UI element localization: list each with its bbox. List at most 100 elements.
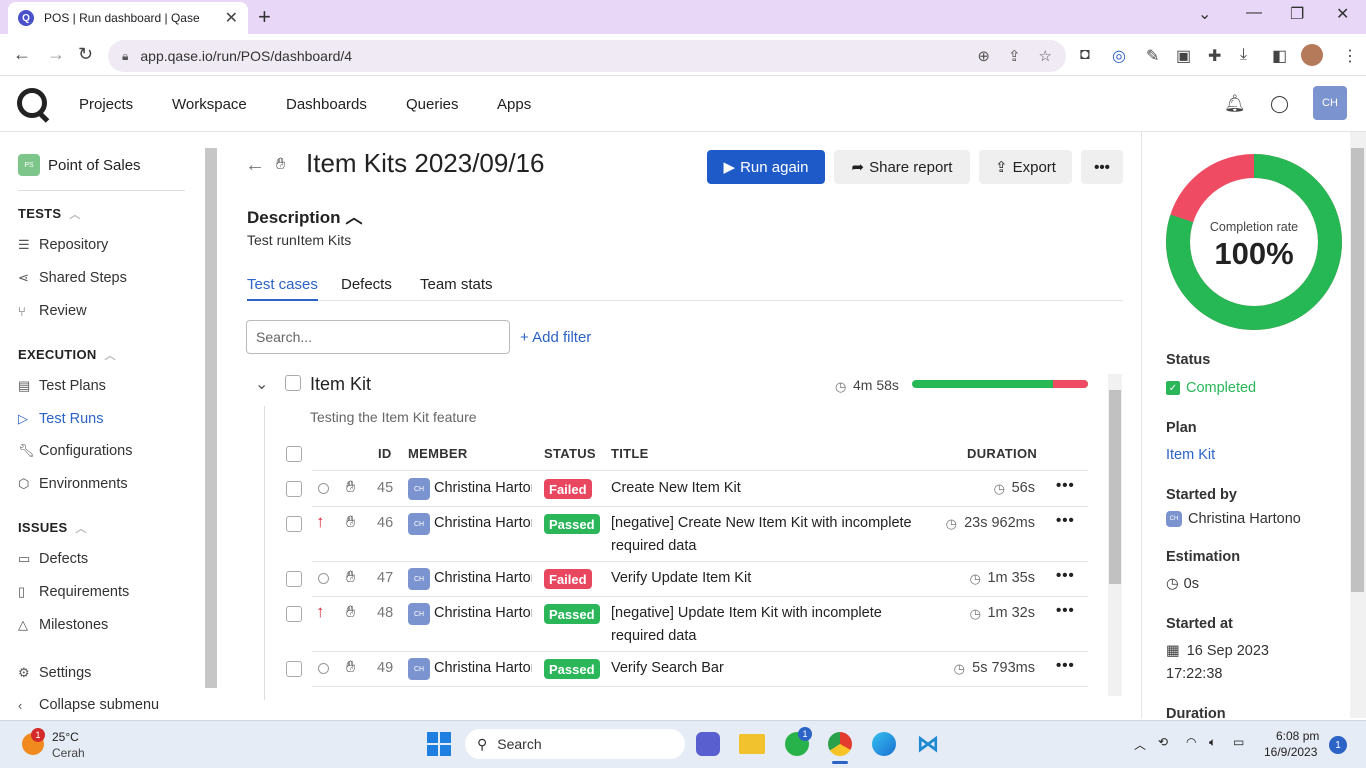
notification-badge[interactable]: 1	[1329, 736, 1347, 754]
weather-temp[interactable]: 25°C	[52, 730, 79, 744]
add-filter-button[interactable]: + Add filter	[520, 329, 591, 346]
row-checkbox[interactable]	[286, 571, 302, 587]
extension-circle-icon[interactable]: ◎	[1112, 46, 1126, 66]
status-badge[interactable]: Passed	[544, 659, 600, 679]
extensions-puzzle-icon[interactable]: ✚	[1208, 46, 1221, 66]
camera-extension-icon[interactable]: ◘	[1080, 46, 1090, 64]
close-window-icon[interactable]: ✕	[1336, 4, 1349, 24]
tab-test-cases[interactable]: Test cases	[247, 276, 318, 301]
reload-icon[interactable]: ↻	[78, 44, 93, 65]
nav-queries[interactable]: Queries	[406, 96, 459, 113]
share-report-button[interactable]: ➦ Share report	[834, 150, 970, 184]
side-panel-icon[interactable]: ◧	[1272, 46, 1287, 66]
download-icon[interactable]: ⤓	[1240, 46, 1247, 64]
suite-collapse-chevron-icon[interactable]: ⌄	[255, 374, 268, 394]
sidebar-item-repository[interactable]: ☰ Repository	[18, 237, 108, 253]
nav-workspace[interactable]: Workspace	[172, 96, 247, 113]
browser-menu-icon[interactable]: ⋮	[1342, 46, 1358, 66]
tray-chevron-up-icon[interactable]: ︿	[1134, 736, 1146, 753]
file-explorer-icon[interactable]	[739, 734, 765, 754]
row-checkbox[interactable]	[286, 481, 302, 497]
row-checkbox[interactable]	[286, 661, 302, 677]
sidebar-item-configurations[interactable]: 🔧︎ Configurations	[18, 443, 133, 459]
row-actions-icon[interactable]: •••	[1056, 567, 1075, 584]
tab-search-chevron-icon[interactable]: ⌄	[1198, 4, 1211, 24]
table-scroll-thumb[interactable]	[1109, 390, 1121, 584]
row-actions-icon[interactable]: •••	[1056, 512, 1075, 529]
extension-pen-icon[interactable]: ✎	[1146, 46, 1159, 66]
row-checkbox[interactable]	[286, 606, 302, 622]
description-toggle[interactable]: Description ︿	[247, 203, 363, 228]
suite-checkbox[interactable]	[285, 375, 301, 391]
back-arrow-icon[interactable]: ←	[245, 154, 265, 177]
select-all-checkbox[interactable]	[286, 446, 302, 462]
wifi-icon[interactable]: ◠	[1186, 735, 1196, 749]
case-title[interactable]: Create New Item Kit	[611, 477, 921, 500]
export-button[interactable]: ⇪ Export	[979, 150, 1072, 184]
extension-box-icon[interactable]: ▣	[1176, 46, 1191, 66]
back-icon[interactable]: ←	[13, 44, 31, 65]
row-actions-icon[interactable]: •••	[1056, 477, 1075, 494]
clock-date[interactable]: 16/9/2023	[1264, 745, 1317, 759]
nav-dashboards[interactable]: Dashboards	[286, 96, 367, 113]
header-status[interactable]: STATUS	[544, 446, 596, 461]
clock-time[interactable]: 6:08 pm	[1276, 729, 1319, 743]
status-badge[interactable]: Failed	[544, 479, 592, 499]
row-actions-icon[interactable]: •••	[1056, 657, 1075, 674]
header-id[interactable]: ID	[378, 446, 392, 461]
header-member[interactable]: MEMBER	[408, 446, 468, 461]
volume-icon[interactable]: 🔈︎	[1209, 735, 1216, 750]
close-tab-icon[interactable]: ✕	[225, 8, 238, 28]
profile-avatar[interactable]	[1301, 44, 1323, 66]
taskbar-search[interactable]: ⚲ Search	[465, 729, 685, 759]
teams-meet-icon[interactable]	[696, 732, 720, 756]
header-duration[interactable]: DURATION	[967, 446, 1037, 461]
windows-start-icon[interactable]	[427, 732, 451, 756]
issues-section-heading[interactable]: ISSUES ︿	[18, 520, 87, 536]
status-badge[interactable]: Failed	[544, 569, 592, 589]
bookmark-star-icon[interactable]: ☆	[1039, 47, 1052, 65]
tray-sync-icon[interactable]: ⟲	[1158, 735, 1168, 749]
sidebar-item-requirements[interactable]: ▯ Requirements	[18, 584, 129, 600]
chat-bubble-icon[interactable]: ◯	[1270, 94, 1289, 114]
execution-section-heading[interactable]: EXECUTION ︿	[18, 347, 116, 363]
qase-logo[interactable]	[17, 88, 47, 118]
chrome-icon[interactable]	[828, 732, 852, 756]
sidebar-item-environments[interactable]: ⬡ Environments	[18, 476, 128, 492]
edge-icon[interactable]	[872, 732, 896, 756]
status-badge[interactable]: Passed	[544, 514, 600, 534]
sidebar-item-settings[interactable]: ⚙ Settings	[18, 665, 91, 681]
minimize-icon[interactable]: —	[1246, 4, 1262, 22]
notifications-bell-icon[interactable]: 🔔︎	[1224, 94, 1246, 114]
sidebar-item-defects[interactable]: ▭ Defects	[18, 551, 88, 567]
plan-link[interactable]: Item Kit	[1166, 447, 1215, 463]
sidebar-item-test-runs[interactable]: ▷ Test Runs	[18, 411, 103, 427]
sidebar-item-review[interactable]: ⑂ Review	[18, 303, 87, 319]
forward-icon[interactable]: →	[47, 44, 65, 65]
project-selector[interactable]: PS Point of Sales	[18, 154, 141, 176]
maximize-icon[interactable]: ❐	[1290, 4, 1304, 24]
case-title[interactable]: [negative] Create New Item Kit with inco…	[611, 512, 921, 558]
url-bar[interactable]: 🔒︎ app.qase.io/run/POS/dashboard/4 ⊕ ⇪ ☆	[108, 40, 1066, 72]
sidebar-scroll-thumb[interactable]	[205, 148, 217, 688]
zoom-icon[interactable]: ⊕	[977, 47, 990, 65]
new-tab-icon[interactable]: +	[258, 4, 271, 30]
case-title[interactable]: Verify Update Item Kit	[611, 567, 921, 590]
sidebar-item-shared-steps[interactable]: ⋖ Shared Steps	[18, 270, 127, 286]
run-again-button[interactable]: ▶ Run again	[707, 150, 825, 184]
battery-icon[interactable]: ▭	[1233, 735, 1244, 749]
sidebar-item-test-plans[interactable]: ▤ Test Plans	[18, 378, 106, 394]
header-title[interactable]: TITLE	[611, 446, 649, 461]
status-badge[interactable]: Passed	[544, 604, 600, 624]
browser-tab[interactable]: Q POS | Run dashboard | Qase ✕	[8, 2, 248, 34]
share-page-icon[interactable]: ⇪	[1008, 47, 1021, 65]
sidebar-item-milestones[interactable]: △ Milestones	[18, 617, 108, 633]
collapse-submenu-button[interactable]: ‹ Collapse submenu	[18, 697, 159, 713]
vscode-icon[interactable]: ⋈	[916, 732, 940, 756]
tab-defects[interactable]: Defects	[341, 276, 392, 301]
case-title[interactable]: Verify Search Bar	[611, 657, 921, 680]
nav-apps[interactable]: Apps	[497, 96, 531, 113]
tests-section-heading[interactable]: TESTS ︿	[18, 206, 81, 222]
tab-team-stats[interactable]: Team stats	[420, 276, 493, 301]
row-checkbox[interactable]	[286, 516, 302, 532]
